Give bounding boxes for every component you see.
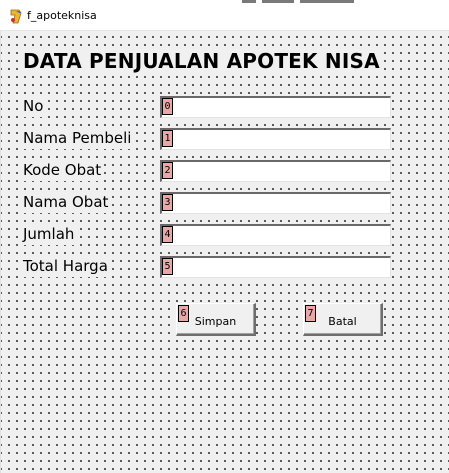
label-nama-obat: Nama Obat (23, 191, 111, 213)
form-window: f_apoteknisa DATA PENJUALAN APOTEK NISA … (0, 0, 449, 473)
label-no: No (23, 95, 46, 117)
label-total-harga: Total Harga (23, 255, 110, 277)
page-title: DATA PENJUALAN APOTEK NISA (23, 48, 382, 74)
label-nama-pembeli: Nama Pembeli (23, 127, 134, 149)
form-design-surface: DATA PENJUALAN APOTEK NISA No 0 Nama Pem… (0, 31, 449, 473)
delphi-form-icon (10, 9, 22, 24)
no-input[interactable] (162, 98, 390, 117)
title-bar-edge (242, 0, 449, 3)
nama-obat-field[interactable]: 3 (160, 192, 391, 214)
label-kode-obat: Kode Obat (23, 159, 104, 181)
kode-obat-field[interactable]: 2 (160, 160, 391, 182)
no-field[interactable]: 0 (160, 96, 391, 118)
title-bar[interactable]: f_apoteknisa (0, 0, 449, 31)
nama-pembeli-field[interactable]: 1 (160, 128, 391, 150)
jumlah-input[interactable] (162, 226, 390, 245)
save-button-label: Simpan (194, 315, 237, 328)
total-harga-field[interactable]: 5 (160, 256, 391, 278)
cancel-button[interactable]: 7 Batal (303, 303, 383, 336)
save-button[interactable]: 6 Simpan (176, 303, 256, 336)
kode-obat-input[interactable] (162, 162, 390, 181)
nama-pembeli-input[interactable] (162, 130, 390, 149)
window-title: f_apoteknisa (27, 9, 97, 22)
jumlah-field[interactable]: 4 (160, 224, 391, 246)
label-jumlah: Jumlah (23, 223, 77, 245)
cancel-button-label: Batal (328, 315, 357, 328)
nama-obat-input[interactable] (162, 194, 390, 213)
total-harga-input[interactable] (162, 258, 390, 277)
